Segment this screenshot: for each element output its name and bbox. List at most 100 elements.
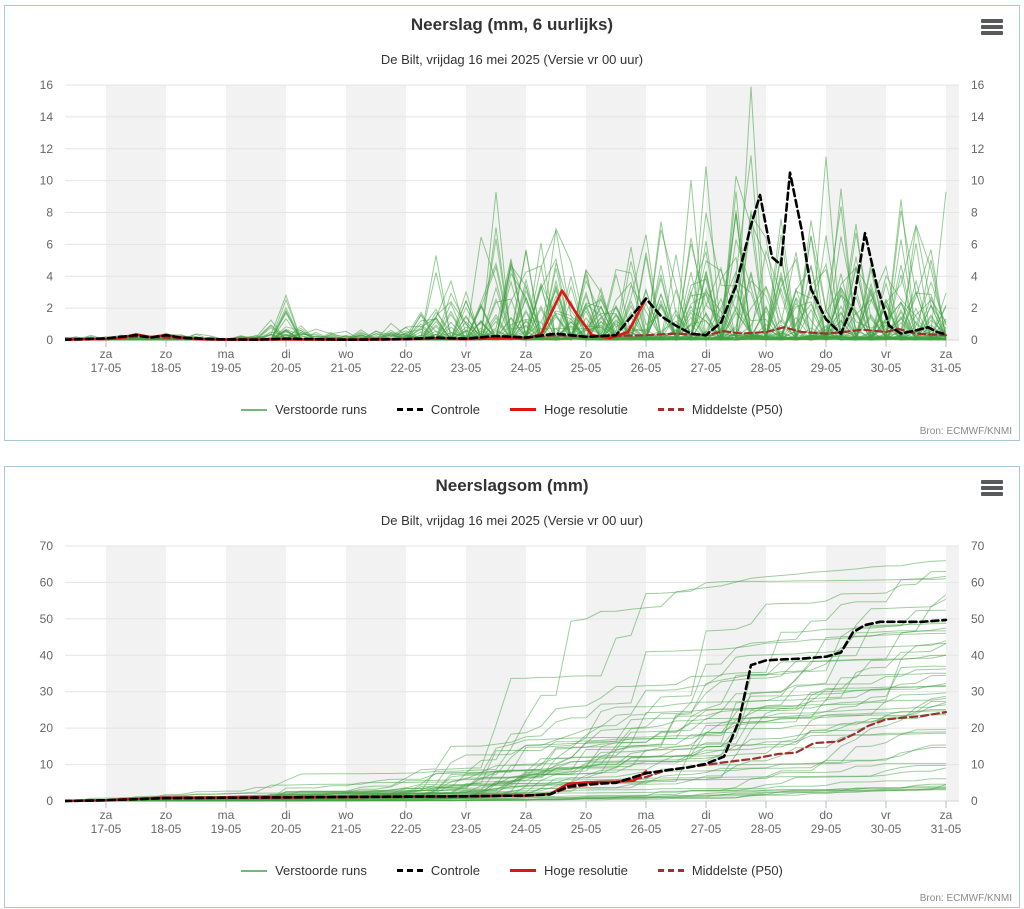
legend-item-middelste-p50[interactable]: Middelste (P50) (657, 402, 783, 417)
svg-text:zo: zo (580, 808, 593, 822)
x-axis-ticks (105, 801, 947, 808)
svg-text:24-05: 24-05 (511, 361, 542, 375)
legend-item-middelste-p50[interactable]: Middelste (P50) (657, 863, 783, 878)
svg-text:14: 14 (971, 110, 985, 124)
svg-text:zo: zo (160, 808, 173, 822)
svg-text:50: 50 (971, 612, 985, 626)
svg-text:29-05: 29-05 (811, 822, 842, 836)
svg-text:0: 0 (971, 333, 978, 347)
svg-text:31-05: 31-05 (931, 822, 962, 836)
source-attribution: Bron: ECMWF/KNMI (919, 426, 1012, 437)
svg-text:4: 4 (46, 269, 53, 283)
svg-text:18-05: 18-05 (151, 361, 182, 375)
svg-text:30: 30 (40, 685, 54, 699)
svg-text:zo: zo (580, 347, 593, 361)
svg-text:vr: vr (461, 808, 471, 822)
svg-text:40: 40 (40, 648, 54, 662)
svg-text:28-05: 28-05 (751, 361, 782, 375)
controle-line-sample-icon (396, 408, 423, 411)
svg-text:29-05: 29-05 (811, 361, 842, 375)
svg-text:wo: wo (757, 808, 774, 822)
chart-menu-button[interactable] (981, 480, 1005, 500)
svg-text:23-05: 23-05 (451, 361, 482, 375)
svg-text:za: za (520, 808, 533, 822)
legend-item-hoge-resolutie[interactable]: Hoge resolutie (510, 863, 628, 878)
svg-text:6: 6 (971, 237, 978, 251)
svg-text:20-05: 20-05 (271, 361, 302, 375)
svg-text:18-05: 18-05 (151, 822, 182, 836)
svg-text:10: 10 (40, 758, 54, 772)
svg-text:di: di (281, 347, 290, 361)
svg-text:ma: ma (218, 347, 235, 361)
svg-text:za: za (940, 808, 953, 822)
svg-text:10: 10 (971, 758, 985, 772)
svg-text:20-05: 20-05 (271, 822, 302, 836)
svg-text:21-05: 21-05 (331, 822, 362, 836)
svg-text:0: 0 (46, 333, 53, 347)
svg-text:22-05: 22-05 (391, 822, 422, 836)
svg-text:zo: zo (160, 347, 173, 361)
svg-text:do: do (819, 808, 833, 822)
chart-subtitle: De Bilt, vrijdag 16 mei 2025 (Versie vr … (380, 52, 644, 67)
ensemble-line-sample-icon (241, 408, 268, 411)
svg-text:70: 70 (40, 539, 54, 553)
svg-text:16: 16 (971, 78, 985, 92)
legend-label: Verstoorde runs (275, 863, 367, 878)
chart-menu-button[interactable] (981, 19, 1005, 39)
legend-item-controle[interactable]: Controle (396, 402, 481, 417)
svg-text:14: 14 (40, 110, 54, 124)
svg-text:ma: ma (218, 808, 235, 822)
svg-text:27-05: 27-05 (691, 361, 722, 375)
svg-text:17-05: 17-05 (91, 361, 122, 375)
svg-text:31-05: 31-05 (931, 361, 962, 375)
svg-text:do: do (819, 347, 833, 361)
svg-text:16: 16 (40, 78, 54, 92)
precip-sum-chart-panel: za 17-05 zo 18-05 ma 19-05 di 20-05 wo 21-05 do 22-… (4, 466, 1020, 908)
svg-text:6: 6 (46, 237, 53, 251)
svg-text:di: di (701, 347, 710, 361)
legend-item-controle[interactable]: Controle (396, 863, 480, 878)
legend-label: Controle (430, 402, 481, 417)
svg-text:za: za (520, 347, 533, 361)
svg-text:28-05: 28-05 (751, 822, 782, 836)
precip-6h-chart-panel: za 17-05 zo 18-05 ma 19-05 di 20-05 wo 21-05 do 22-… (4, 5, 1020, 441)
svg-text:12: 12 (40, 142, 54, 156)
svg-text:60: 60 (40, 575, 54, 589)
svg-text:60: 60 (971, 575, 985, 589)
svg-text:4: 4 (971, 269, 978, 283)
svg-text:wo: wo (337, 808, 354, 822)
controle-line-sample-icon (396, 869, 423, 872)
source-attribution: Bron: ECMWF/KNMI (919, 893, 1012, 904)
svg-text:25-05: 25-05 (571, 361, 602, 375)
svg-text:0: 0 (971, 794, 978, 808)
svg-text:26-05: 26-05 (631, 822, 662, 836)
p50-line-sample-icon (657, 408, 684, 411)
svg-text:23-05: 23-05 (451, 822, 482, 836)
svg-text:25-05: 25-05 (571, 822, 602, 836)
legend-label: Hoge resolutie (544, 863, 628, 878)
svg-text:za: za (940, 347, 953, 361)
svg-text:20: 20 (971, 721, 985, 735)
legend-item-verstoorde-runs[interactable]: Verstoorde runs (241, 402, 367, 417)
svg-text:27-05: 27-05 (691, 822, 722, 836)
svg-text:za: za (100, 347, 113, 361)
legend-label: Hoge resolutie (544, 402, 628, 417)
svg-text:26-05: 26-05 (631, 361, 662, 375)
svg-text:20: 20 (40, 721, 54, 735)
legend: Verstoorde runs Controle Hoge resolutie … (5, 402, 1019, 417)
svg-text:di: di (281, 808, 290, 822)
x-axis-ticks (105, 340, 947, 347)
legend-item-hoge-resolutie[interactable]: Hoge resolutie (510, 402, 628, 417)
svg-text:ma: ma (638, 347, 655, 361)
svg-text:do: do (399, 347, 413, 361)
svg-text:2: 2 (46, 301, 53, 315)
svg-text:0: 0 (46, 794, 53, 808)
svg-text:8: 8 (46, 206, 53, 220)
hires-line-sample-icon (510, 869, 537, 872)
svg-text:21-05: 21-05 (331, 361, 362, 375)
x-axis-labels: za17-05zo18-05ma19-05di20-05wo21-05do22-… (91, 808, 962, 836)
legend-item-verstoorde-runs[interactable]: Verstoorde runs (241, 863, 367, 878)
svg-text:wo: wo (757, 347, 774, 361)
svg-text:8: 8 (971, 206, 978, 220)
svg-text:40: 40 (971, 648, 985, 662)
